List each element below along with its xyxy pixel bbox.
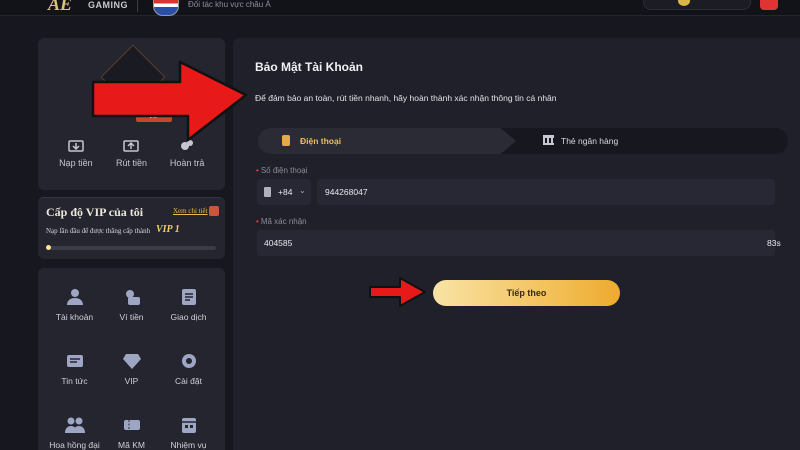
transactions-icon [181, 289, 196, 305]
missions-icon [181, 418, 196, 433]
gift-icon [209, 206, 219, 216]
avatar [100, 44, 166, 110]
menu-item-label: Nhiệm vụ [170, 440, 207, 450]
tab-bank-card-label: Thẻ ngân hàng [561, 136, 619, 146]
withdraw-icon [123, 140, 140, 152]
menu-item-news[interactable]: Tin tức [46, 352, 103, 394]
rebate-label: Hoàn trả [169, 158, 205, 168]
tab-phone-label: Điện thoại [300, 136, 342, 146]
menu-item-account[interactable]: Tài khoản [46, 288, 103, 330]
account-security-panel: Bảo Mật Tài Khoản Để đảm bảo an toàn, rú… [233, 38, 800, 450]
code-field-label-text: Mã xác nhận [260, 217, 307, 226]
phone-icon [282, 135, 290, 146]
sim-card-icon [264, 187, 271, 197]
settings-icon [181, 354, 196, 368]
balance-pill[interactable] [643, 0, 751, 10]
bank-icon [543, 135, 554, 145]
deposit-button[interactable]: Nạp tiền [49, 138, 103, 178]
news-icon [66, 355, 83, 367]
menu-item-wallet[interactable]: Ví tiền [103, 288, 160, 330]
verification-tabs: Điện thoại Thẻ ngân hàng [258, 128, 788, 154]
account-icon [66, 289, 83, 305]
vip-progress-marker [46, 245, 51, 250]
required-marker: • [256, 166, 259, 175]
withdraw-label: Rút tiền [115, 158, 147, 168]
wallet-icon [125, 290, 140, 305]
promo-code-icon [123, 420, 140, 430]
page-title: Bảo Mật Tài Khoản [255, 60, 364, 74]
rebate-icon [181, 140, 194, 150]
menu-item-label: Cài đặt [175, 376, 202, 386]
phone-field-label: • Số điện thoại [256, 166, 308, 175]
account-menu: Tài khoản Ví tiền Giao dịch Tin tức VIP … [38, 268, 225, 450]
menu-item-label: Tài khoản [55, 312, 94, 322]
vip-chip: VIP [136, 112, 172, 122]
topbar-divider [137, 0, 138, 12]
menu-item-vip[interactable]: VIP [103, 352, 160, 394]
menu-item-label: Giao dịch [170, 312, 207, 322]
menu-item-settings[interactable]: Cài đặt [160, 352, 217, 394]
deposit-icon [68, 140, 84, 152]
resend-countdown: 83s [767, 238, 781, 248]
tab-bank-card[interactable]: Thẻ ngân hàng [543, 128, 643, 154]
partner-text: Đối tác khu vực châu Á [188, 0, 271, 9]
quick-actions: Nạp tiền Rút tiền Hoàn trả [38, 138, 225, 178]
verification-code-input[interactable] [257, 230, 775, 256]
menu-item-label: VIP [124, 376, 139, 386]
menu-item-label: Mã KM [118, 440, 145, 450]
menu-item-label: Tin tức [61, 376, 88, 386]
brand-logo[interactable]: AE [48, 0, 72, 15]
menu-item-agent[interactable]: Hoa hồng đại lý [46, 416, 103, 450]
menu-item-transactions[interactable]: Giao dịch [160, 288, 217, 330]
profile-card: VIP Nạp tiền Rút tiền Hoàn trả [38, 38, 225, 190]
menu-item-label: Ví tiền [119, 312, 144, 322]
menu-item-missions[interactable]: Nhiệm vụ [160, 416, 217, 450]
tab-phone[interactable]: Điện thoại [258, 128, 516, 154]
page-description: Để đảm bảo an toàn, rút tiền nhanh, hãy … [255, 93, 557, 103]
top-bar: AE GAMING Đối tác khu vực châu Á [0, 0, 800, 16]
menu-item-promo-code[interactable]: Mã KM [103, 416, 160, 450]
partner-badge-icon [153, 0, 179, 16]
notification-button[interactable] [760, 0, 778, 10]
menu-item-label: Hoa hồng đại lý [49, 440, 100, 450]
deposit-label: Nạp tiền [59, 158, 93, 168]
chevron-down-icon: ⌄ [299, 186, 306, 195]
vip-card: Cấp độ VIP của tôi Xem chi tiết Nạp lần … [38, 197, 225, 259]
required-marker: • [256, 217, 259, 226]
vip-detail-link[interactable]: Xem chi tiết [173, 207, 208, 215]
country-code-value: +84 [278, 187, 293, 197]
vip-progress-bar [46, 245, 216, 250]
country-code-select[interactable]: +84 ⌄ [257, 179, 311, 205]
rebate-button[interactable]: Hoàn trả [160, 138, 214, 178]
phone-field-label-text: Số điện thoại [260, 166, 308, 175]
phone-number-input[interactable] [317, 179, 775, 205]
vip-title: Cấp độ VIP của tôi [46, 205, 144, 219]
brand-name: GAMING [88, 0, 128, 10]
next-button[interactable]: Tiếp theo [433, 280, 620, 306]
code-field-label: • Mã xác nhận [256, 217, 307, 226]
vip-note: Nạp lần đầu để được thăng cấp thành [46, 227, 151, 235]
agent-icon [64, 417, 85, 433]
withdraw-button[interactable]: Rút tiền [104, 138, 158, 178]
diamond-icon [122, 354, 141, 369]
vip-level: VIP 1 [156, 224, 180, 235]
